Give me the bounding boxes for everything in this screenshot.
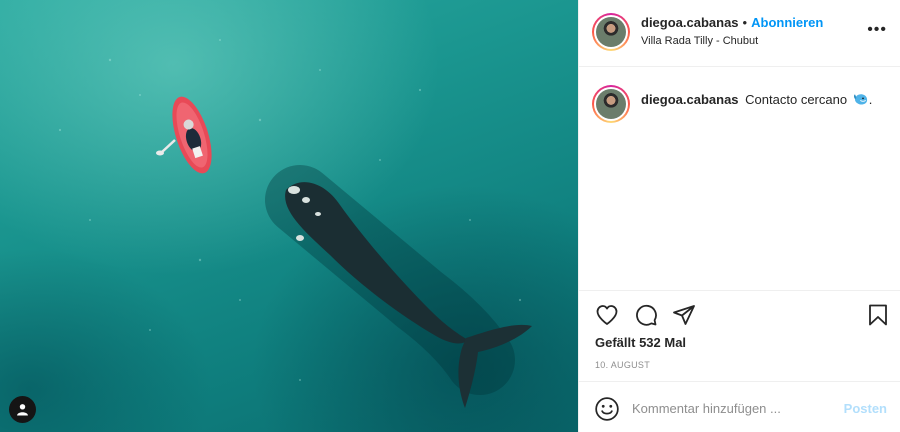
paper-plane-icon[interactable]: [671, 302, 697, 328]
whale-paddleboard-scene: [58, 39, 532, 408]
add-comment-bar: Posten: [579, 381, 900, 432]
post-comment-button[interactable]: Posten: [844, 401, 887, 416]
likes-count[interactable]: Gefällt 532 Mal: [595, 335, 686, 350]
separator-dot: •: [742, 15, 748, 30]
post-date[interactable]: 10. AUGUST: [595, 360, 650, 370]
header-user-line: diegoa.cabanas • Abonnieren: [641, 15, 823, 30]
comment-icon[interactable]: [633, 302, 659, 328]
post-actions: Gefällt 532 Mal 10. AUGUST: [579, 290, 900, 380]
post-photo[interactable]: [0, 0, 578, 432]
comment-input[interactable]: [632, 397, 832, 419]
caption-avatar[interactable]: [592, 85, 630, 123]
whale-emoji-icon: [853, 91, 869, 111]
follow-button[interactable]: Abonnieren: [751, 15, 823, 30]
header-username[interactable]: diegoa.cabanas: [641, 15, 739, 30]
caption-text: diegoa.cabanas Contacto cercano .: [641, 91, 891, 111]
location-link[interactable]: Villa Rada Tilly - Chubut: [641, 35, 758, 47]
person-icon: [17, 404, 28, 416]
caption-body: Contacto cercano: [745, 92, 848, 107]
avatar[interactable]: [592, 13, 630, 51]
post-header: diegoa.cabanas • Abonnieren Villa Rada Til…: [579, 0, 900, 67]
bookmark-icon[interactable]: [865, 302, 891, 328]
more-options-icon[interactable]: •••: [867, 22, 887, 38]
post-sidebar: diegoa.cabanas • Abonnieren Villa Rada Til…: [578, 0, 900, 432]
caption-username[interactable]: diegoa.cabanas: [641, 92, 739, 107]
smiley-icon[interactable]: [594, 396, 620, 422]
caption-comment: diegoa.cabanas Contacto cercano .: [579, 67, 900, 289]
heart-icon[interactable]: [594, 302, 620, 328]
caption-trailing: .: [868, 92, 873, 107]
user-tag-button[interactable]: [9, 396, 36, 423]
